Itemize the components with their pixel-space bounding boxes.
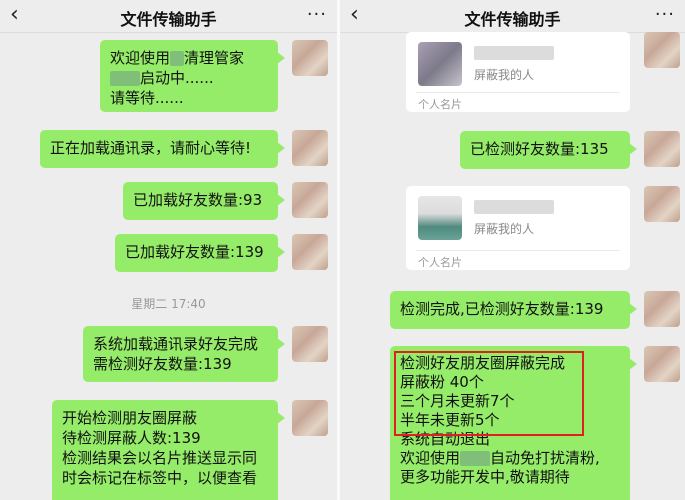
- avatar[interactable]: [292, 326, 328, 362]
- message-text: 检测完成,已检测好友数量:139: [400, 300, 604, 318]
- contact-avatar: [418, 196, 462, 240]
- message-bubble[interactable]: 开始检测朋友圈屏蔽 待检测屏蔽人数:139 检测结果会以名片推送显示同 时会标记…: [52, 400, 285, 500]
- redacted-text: [170, 51, 185, 66]
- avatar[interactable]: [292, 130, 328, 166]
- card-divider: [416, 92, 620, 93]
- avatar[interactable]: [644, 186, 680, 222]
- card-subtitle: 屏蔽我的人: [474, 222, 535, 236]
- avatar[interactable]: [644, 131, 680, 167]
- avatar[interactable]: [292, 182, 328, 218]
- redacted-text: [460, 451, 491, 466]
- right-chat-pane: ‹ 文件传输助手 ··· 屏蔽我的人 个人名片 已检测好友数量:135 屏蔽我的…: [340, 0, 685, 500]
- avatar[interactable]: [292, 400, 328, 436]
- avatar[interactable]: [644, 291, 680, 327]
- message-text: 欢迎使用: [400, 449, 461, 467]
- card-footer: 个人名片: [418, 256, 462, 269]
- message-text: 清理管家: [184, 49, 245, 67]
- message-text: 自动免打扰清粉,: [490, 449, 600, 467]
- message-text: 时会标记在标签中，以便查看: [62, 469, 258, 487]
- message-text: 检测结果会以名片推送显示同: [62, 449, 258, 467]
- message-text: 欢迎使用: [110, 49, 171, 67]
- avatar[interactable]: [292, 234, 328, 270]
- message-bubble[interactable]: 欢迎使用 清理管家 启动中...... 请等待......: [100, 40, 285, 112]
- avatar[interactable]: [292, 40, 328, 76]
- contact-avatar: [418, 42, 462, 86]
- card-divider: [416, 250, 620, 251]
- highlight-box: [394, 351, 584, 436]
- message-bubble[interactable]: 已加载好友数量:139: [115, 234, 285, 272]
- contact-card[interactable]: 屏蔽我的人 个人名片: [406, 32, 630, 112]
- message-text: 已检测好友数量:135: [470, 140, 609, 158]
- chat-header: ‹ 文件传输助手 ···: [340, 0, 685, 33]
- message-text: 开始检测朋友圈屏蔽: [62, 409, 198, 427]
- message-bubble[interactable]: 正在加载通讯录，请耐心等待!: [40, 130, 285, 168]
- more-options-icon[interactable]: ···: [307, 4, 327, 25]
- message-text: 已加载好友数量:93: [133, 191, 263, 209]
- chat-title: 文件传输助手: [120, 10, 217, 29]
- avatar[interactable]: [644, 346, 680, 382]
- card-subtitle: 屏蔽我的人: [474, 68, 535, 82]
- left-chat-pane: ‹ 文件传输助手 ··· 欢迎使用 清理管家 启动中...... 请等待.....…: [0, 0, 337, 500]
- chat-header: ‹ 文件传输助手 ···: [0, 0, 337, 33]
- message-text: 更多功能开发中,敬请期待: [400, 468, 570, 486]
- message-text: 系统加载通讯录好友完成: [93, 335, 259, 353]
- message-text: 正在加载通讯录，请耐心等待!: [50, 139, 252, 157]
- contact-card[interactable]: 屏蔽我的人 个人名片: [406, 186, 630, 270]
- message-text: 需检测好友数量:139: [93, 355, 232, 373]
- more-options-icon[interactable]: ···: [655, 4, 675, 25]
- redacted-text: [110, 71, 140, 86]
- message-bubble[interactable]: 系统加载通讯录好友完成 需检测好友数量:139: [83, 326, 285, 382]
- message-text: 启动中......: [140, 69, 214, 87]
- timestamp: 星期二 17:40: [131, 297, 206, 311]
- message-bubble[interactable]: 已加载好友数量:93: [123, 182, 285, 220]
- message-bubble[interactable]: 检测完成,已检测好友数量:139: [390, 291, 637, 329]
- avatar[interactable]: [644, 32, 680, 68]
- message-text: 已加载好友数量:139: [125, 243, 264, 261]
- redacted-contact-name: [474, 200, 554, 214]
- redacted-contact-name: [474, 46, 554, 60]
- chat-title: 文件传输助手: [464, 10, 561, 29]
- card-footer: 个人名片: [418, 98, 462, 111]
- message-text: 请等待......: [110, 89, 184, 107]
- message-text: 待检测屏蔽人数:139: [62, 429, 201, 447]
- message-bubble[interactable]: 已检测好友数量:135: [460, 131, 637, 169]
